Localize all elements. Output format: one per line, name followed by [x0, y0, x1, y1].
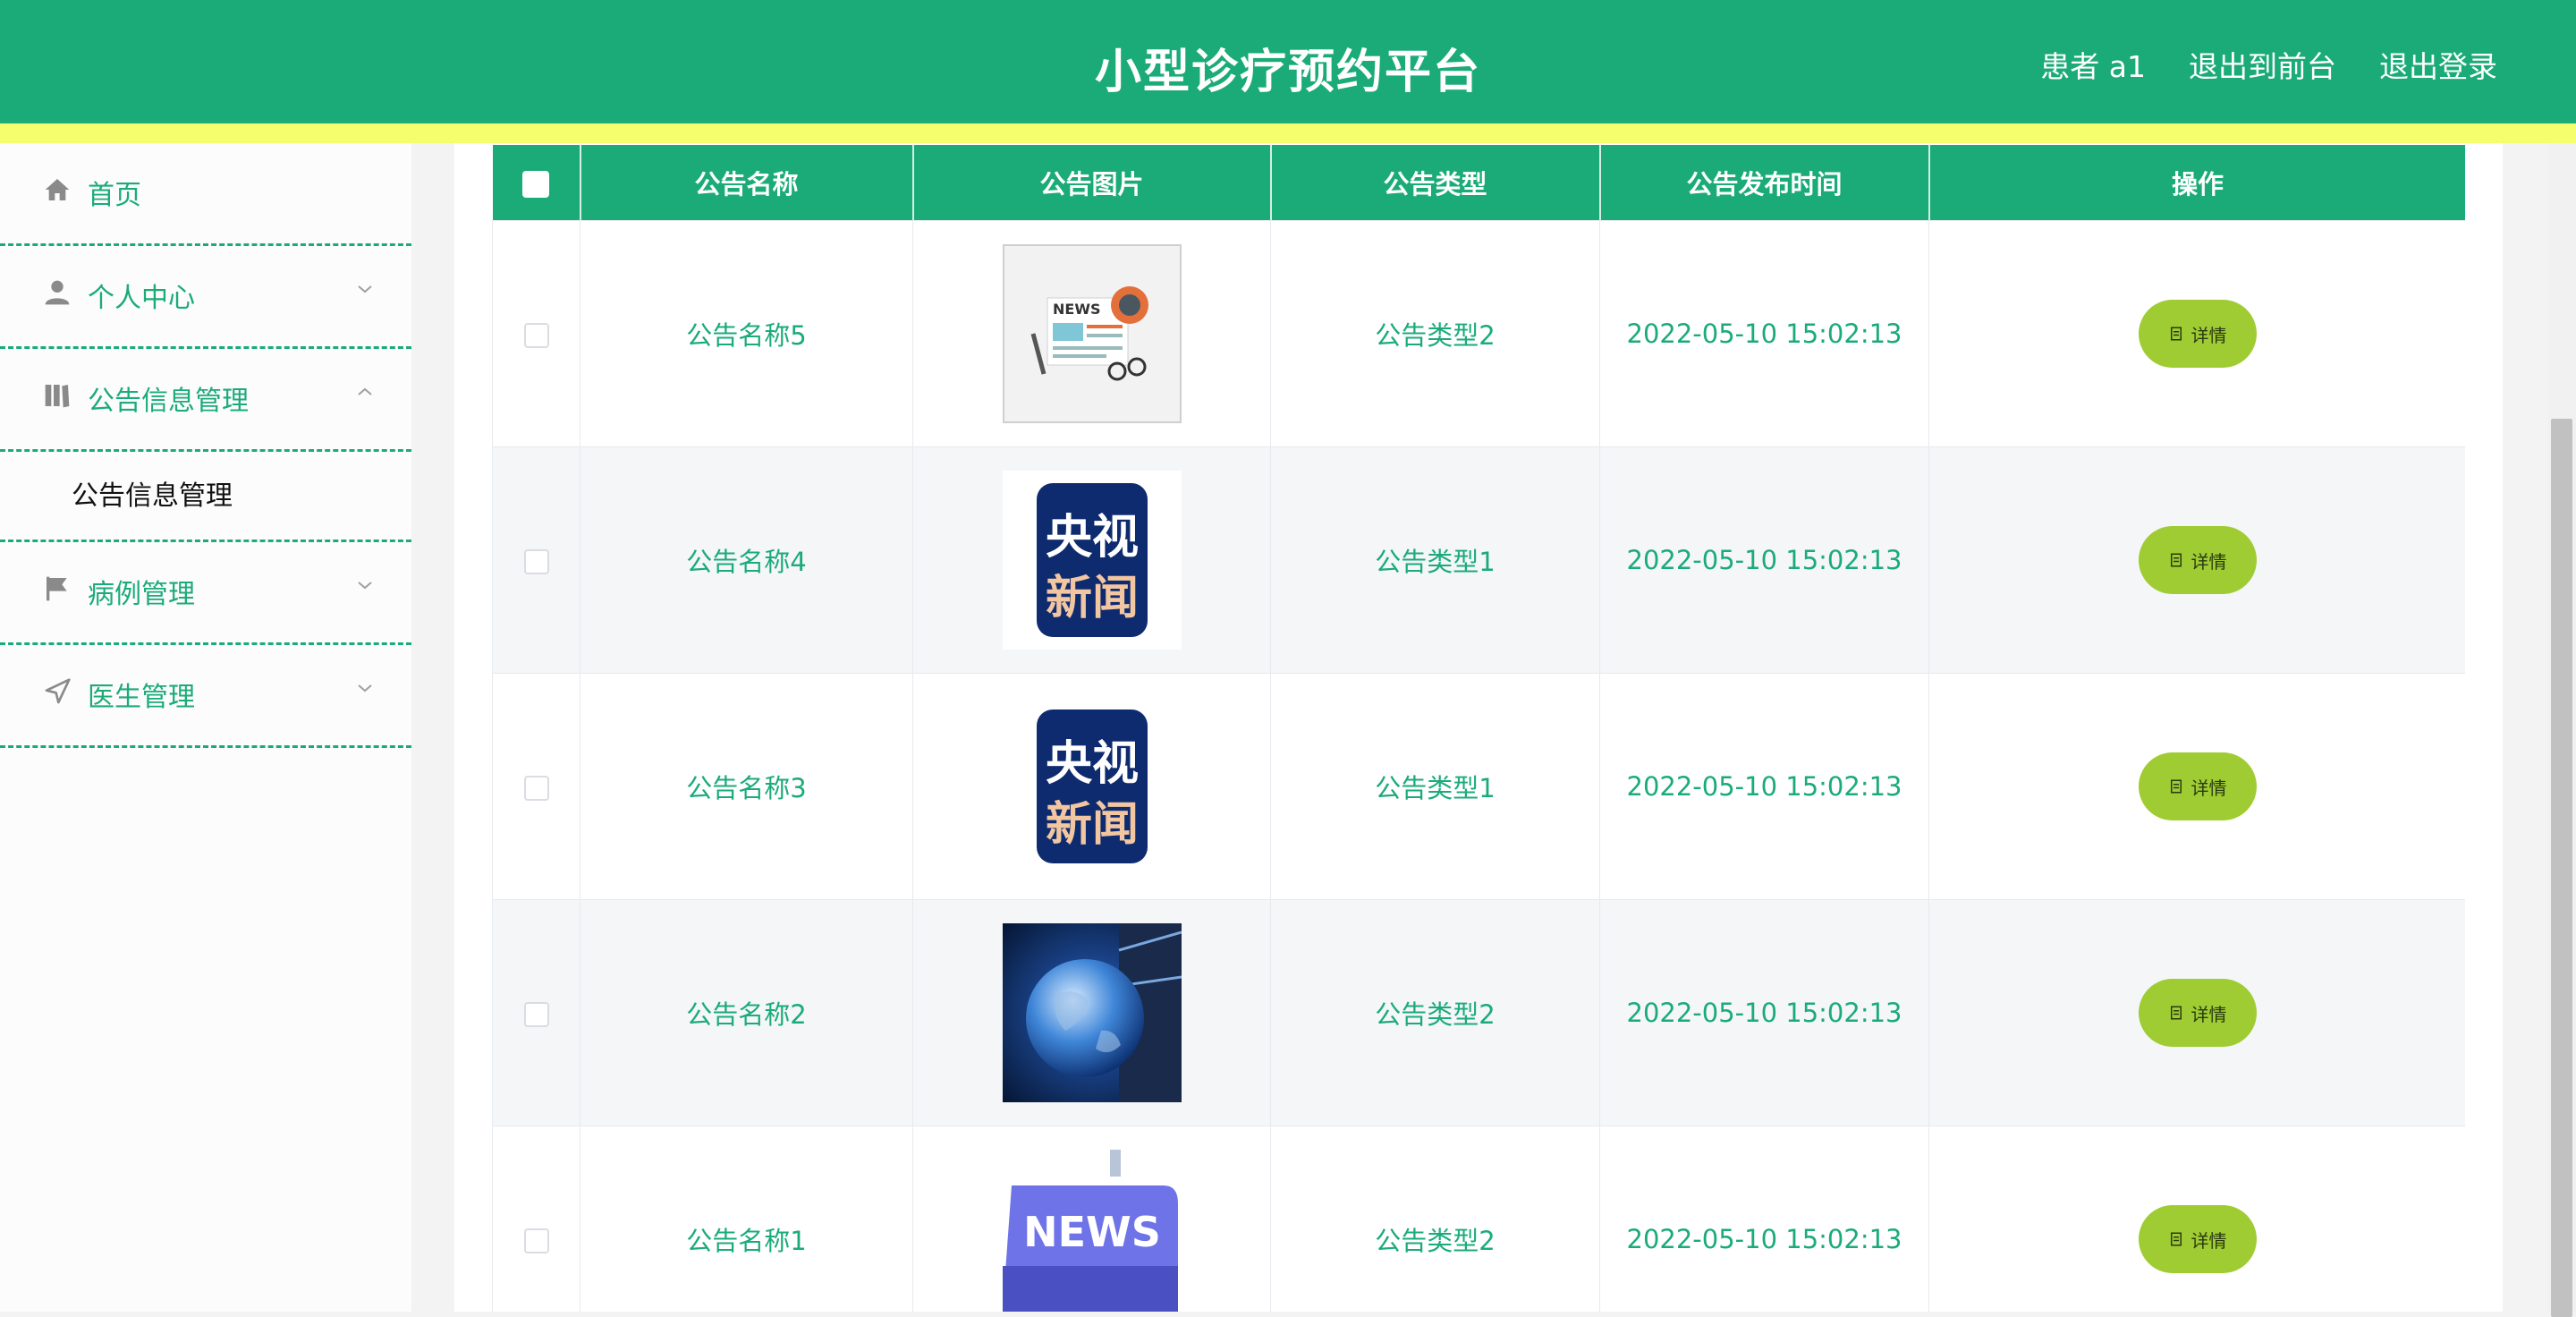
sidebar-item-label: 首页: [88, 180, 141, 211]
detail-button-label: 详情: [2190, 552, 2227, 573]
notice-type: 公告类型2: [1270, 220, 1600, 447]
notice-type: 公告类型1: [1270, 446, 1600, 674]
table-row: 公告名称2 公告类型2 2022-05-10 15:02:13 详情: [492, 899, 2465, 1126]
logo-text-top: 央视: [1045, 737, 1138, 791]
sidebar-item-personal-center[interactable]: 个人中心: [0, 246, 411, 349]
scrollbar-thumb[interactable]: [2551, 419, 2572, 1317]
notice-name: 公告名称4: [580, 446, 913, 674]
sidebar-item-case-management[interactable]: 病例管理: [0, 542, 411, 645]
column-header-image: 公告图片: [911, 145, 1271, 221]
home-icon: [45, 179, 70, 200]
news-text: NEWS: [1053, 301, 1101, 318]
header-links: 患者 a1 退出到前台 退出登录: [2040, 43, 2497, 86]
globe-news-image: [1002, 923, 1182, 1102]
sidebar-item-label: 个人中心: [88, 283, 195, 314]
notice-name: 公告名称5: [580, 220, 913, 447]
detail-button[interactable]: 详情: [2138, 300, 2257, 368]
column-header-actions: 操作: [1928, 145, 2465, 221]
table-row: 公告名称3 央视 新闻 公告类型1 2022-05-10 15:02:13 详情: [492, 673, 2465, 900]
current-user-label[interactable]: 患者 a1: [2040, 43, 2146, 86]
detail-button[interactable]: 详情: [2138, 752, 2257, 820]
chevron-down-icon: [358, 582, 372, 590]
notice-table-container: 公告名称 公告图片 公告类型 公告发布时间 操作 公告名称5 NEWS 公告类型…: [492, 145, 2465, 1312]
document-icon: [2170, 327, 2182, 341]
detail-button[interactable]: 详情: [2138, 1205, 2257, 1273]
detail-button-label: 详情: [2190, 326, 2227, 346]
notice-name: 公告名称1: [580, 1126, 913, 1312]
top-header: 小型诊疗预约平台 患者 a1 退出到前台 退出登录: [0, 0, 2576, 123]
detail-button-label: 详情: [2190, 778, 2227, 799]
notice-time: 2022-05-10 15:02:13: [1599, 446, 1929, 674]
select-all-header[interactable]: [492, 145, 580, 221]
detail-button-label: 详情: [2190, 1231, 2227, 1252]
cctv-news-logo-image: 央视 新闻: [1002, 471, 1182, 650]
notice-time: 2022-05-10 15:02:13: [1599, 673, 1929, 900]
user-icon: [45, 280, 70, 305]
newspaper-illustration-image: NEWS: [1002, 244, 1182, 423]
select-all-checkbox[interactable]: [522, 171, 549, 198]
sidebar-subitem-label: 公告信息管理: [72, 480, 233, 512]
sidebar-item-doctor-management[interactable]: 医生管理: [0, 645, 411, 748]
logout-link[interactable]: 退出登录: [2379, 43, 2497, 86]
document-icon: [2170, 1232, 2182, 1246]
table-row: 公告名称5 NEWS 公告类型2 2022-05-10 15:02:13 详情: [492, 220, 2465, 447]
detail-button[interactable]: 详情: [2138, 979, 2257, 1047]
table-header-row: 公告名称 公告图片 公告类型 公告发布时间 操作: [492, 145, 2465, 221]
sidebar: 首页 个人中心 公告信息管理 公告信息管理 病例管理 医生管理: [0, 143, 411, 1312]
cctv-news-logo-image: 央视 新闻: [1002, 697, 1182, 876]
sidebar-item-label: 病例管理: [88, 579, 195, 610]
column-header-type: 公告类型: [1269, 145, 1600, 221]
sidebar-item-home[interactable]: 首页: [0, 143, 411, 246]
sidebar-item-label: 公告信息管理: [88, 386, 249, 417]
chevron-up-icon: [358, 387, 372, 395]
news-key-image: NEWS: [1002, 1150, 1182, 1312]
row-checkbox[interactable]: [523, 549, 549, 574]
notice-time: 2022-05-10 15:02:13: [1599, 1126, 1929, 1312]
notice-type: 公告类型1: [1270, 673, 1600, 900]
header-accent-stripe: [0, 123, 2576, 143]
table-row: 公告名称1 NEWS 公告类型2 2022-05-10 15:02:13 详情: [492, 1126, 2465, 1312]
send-icon: [45, 678, 71, 704]
detail-button-label: 详情: [2190, 1005, 2227, 1025]
notice-type: 公告类型2: [1270, 899, 1600, 1126]
exit-to-front-link[interactable]: 退出到前台: [2189, 43, 2336, 86]
row-checkbox[interactable]: [523, 1002, 549, 1027]
notice-time: 2022-05-10 15:02:13: [1599, 220, 1929, 447]
document-icon: [2170, 779, 2182, 794]
row-checkbox[interactable]: [523, 1228, 549, 1253]
logo-text-bottom: 新闻: [1045, 798, 1138, 852]
chevron-down-icon: [358, 684, 372, 692]
news-text: NEWS: [1023, 1208, 1161, 1256]
sidebar-subitem-notice-management[interactable]: 公告信息管理: [0, 452, 411, 542]
row-checkbox[interactable]: [523, 323, 549, 348]
sidebar-item-label: 医生管理: [88, 682, 195, 713]
vertical-scrollbar[interactable]: [2547, 143, 2576, 1317]
logo-text-bottom: 新闻: [1045, 572, 1138, 625]
flag-icon: [47, 576, 67, 601]
logo-text-top: 央视: [1045, 511, 1138, 565]
row-checkbox[interactable]: [523, 776, 549, 801]
chevron-down-icon: [358, 285, 372, 293]
sidebar-item-notice-management[interactable]: 公告信息管理: [0, 349, 411, 452]
notice-time: 2022-05-10 15:02:13: [1599, 899, 1929, 1126]
column-header-name: 公告名称: [579, 145, 913, 221]
notice-table: 公告名称 公告图片 公告类型 公告发布时间 操作 公告名称5 NEWS 公告类型…: [492, 145, 2465, 1312]
document-icon: [2170, 1006, 2182, 1020]
table-row: 公告名称4 央视 新闻 公告类型1 2022-05-10 15:02:13 详情: [492, 446, 2465, 674]
document-icon: [2170, 553, 2182, 567]
column-header-time: 公告发布时间: [1598, 145, 1929, 221]
book-icon: [45, 385, 70, 408]
notice-name: 公告名称3: [580, 673, 913, 900]
notice-type: 公告类型2: [1270, 1126, 1600, 1312]
notice-name: 公告名称2: [580, 899, 913, 1126]
detail-button[interactable]: 详情: [2138, 526, 2257, 594]
